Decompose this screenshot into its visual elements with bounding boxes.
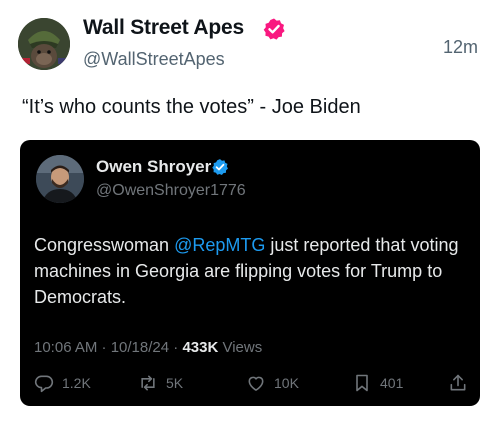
repost-button[interactable]: 5K xyxy=(138,372,183,394)
person-avatar-icon xyxy=(36,155,84,203)
author-display-name[interactable]: Wall Street Apes xyxy=(83,16,244,40)
gorilla-helmet-avatar-icon xyxy=(18,18,70,70)
quoted-post-text: Congresswoman @RepMTG just reported that… xyxy=(34,232,464,310)
post-text: “It’s who counts the votes” - Joe Biden xyxy=(22,96,361,118)
reply-count: 1.2K xyxy=(62,375,91,391)
post-timestamp[interactable]: 12m xyxy=(443,37,478,58)
like-button[interactable]: 10K xyxy=(246,372,299,394)
views-count: 433K xyxy=(182,339,219,356)
quoted-handle[interactable]: @OwenShroyer1776 xyxy=(96,182,246,200)
repost-count: 5K xyxy=(166,375,184,391)
author-avatar[interactable] xyxy=(18,18,70,70)
reply-button[interactable]: 1.2K xyxy=(34,372,91,394)
mention-link[interactable]: @RepMTG xyxy=(174,235,265,255)
views-label: Views xyxy=(218,339,263,356)
action-bar: 1.2K 5K 10K 401 xyxy=(20,372,480,394)
bookmark-button[interactable]: 401 xyxy=(352,372,403,394)
post-header: Wall Street Apes @WallStreetApes 12m xyxy=(0,0,500,82)
verified-badge-icon xyxy=(212,159,228,175)
quoted-post-meta: 10:06 AM · 10/18/24 · 433K Views xyxy=(34,339,262,356)
heart-icon xyxy=(248,376,264,391)
bookmark-count: 401 xyxy=(380,375,404,391)
reply-icon xyxy=(34,375,54,393)
verified-badge-icon xyxy=(263,18,285,40)
like-count: 10K xyxy=(274,375,299,391)
share-button[interactable] xyxy=(448,372,468,394)
quoted-timestamp[interactable]: 10:06 AM · 10/18/24 · xyxy=(34,339,182,356)
quoted-post-card[interactable]: Owen Shroyer @OwenShroyer1776 Congresswo… xyxy=(20,140,480,406)
repost-icon xyxy=(141,375,155,391)
quoted-display-name[interactable]: Owen Shroyer xyxy=(96,157,211,177)
bookmark-icon xyxy=(356,374,368,392)
quoted-text-prefix: Congresswoman xyxy=(34,235,175,255)
quoted-author-avatar[interactable] xyxy=(36,155,84,203)
share-icon xyxy=(450,374,466,391)
author-handle[interactable]: @WallStreetApes xyxy=(83,49,225,70)
